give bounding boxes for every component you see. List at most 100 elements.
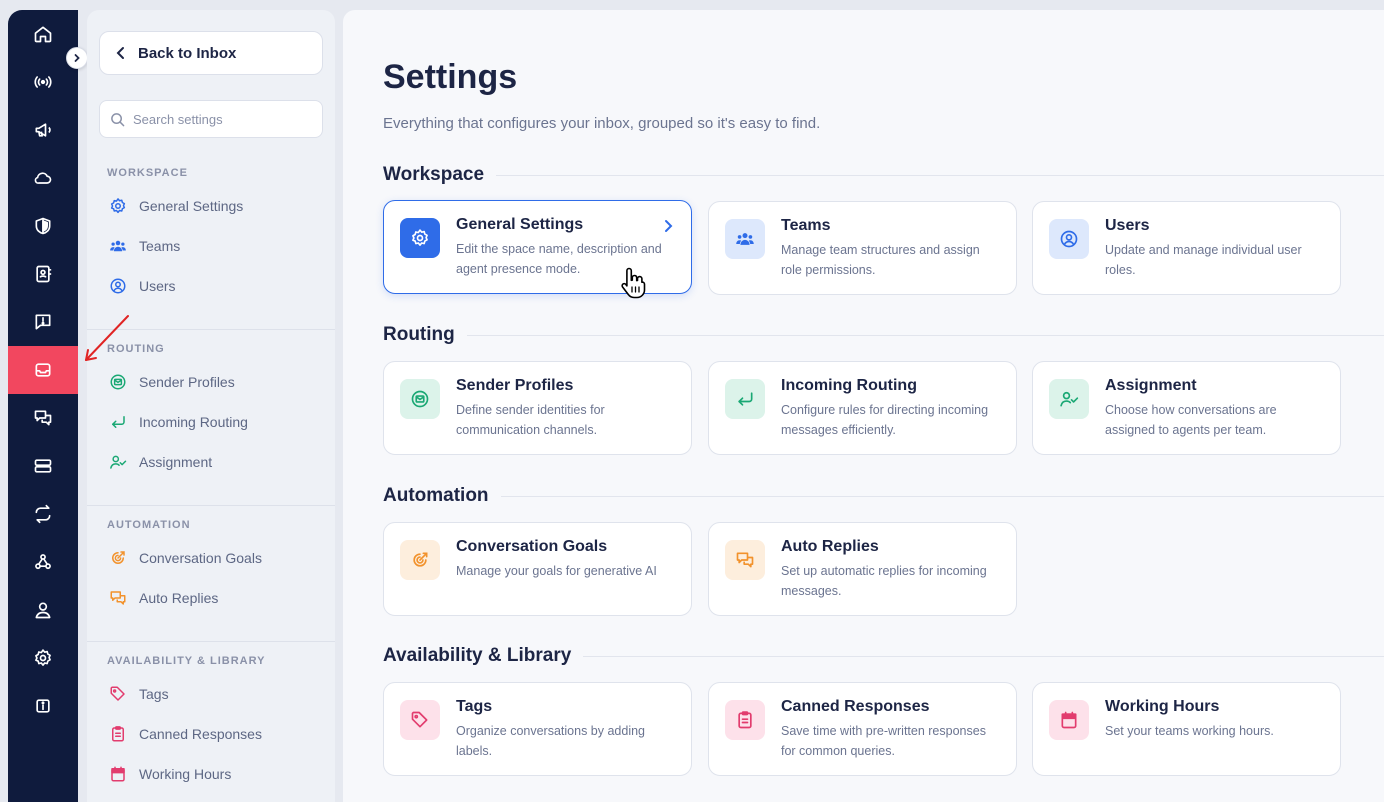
server-icon (34, 459, 52, 473)
card-incoming-routing[interactable]: Incoming Routing Configure rules for dir… (708, 361, 1017, 455)
nav-item-label: Auto Replies (139, 590, 219, 606)
section-heading-label: Automation (383, 485, 489, 506)
nav-item-working-hours[interactable]: Working Hours (109, 762, 319, 786)
tag-icon (110, 686, 125, 701)
settings-main: Settings Everything that configures your… (343, 10, 1384, 802)
rail-webhooks[interactable] (8, 538, 78, 586)
megaphone-icon (35, 123, 51, 137)
card-sender-profiles[interactable]: Sender Profiles Define sender identities… (383, 361, 692, 455)
card-description: Define sender identities for communicati… (456, 403, 605, 437)
nav-section-availability-library: AVAILABILITY & LIBRARY (107, 655, 266, 667)
nav-divider (87, 505, 335, 506)
card-tags[interactable]: Tags Organize conversations by adding la… (383, 682, 692, 776)
nav-item-label: General Settings (139, 198, 244, 214)
card-description: Configure rules for directing incoming m… (781, 403, 989, 437)
rail-inbox[interactable] (8, 346, 78, 394)
rail-settings[interactable] (8, 634, 78, 682)
nav-item-label: Tags (139, 686, 169, 702)
search-settings-input[interactable] (133, 111, 313, 127)
gear-icon (412, 229, 428, 246)
message-alert-icon (35, 314, 51, 330)
card-description: Set up automatic replies for incoming me… (781, 564, 987, 598)
settings-sidebar: Back to Inbox WORKSPACE General Settings… (87, 10, 335, 802)
nav-section-workspace: WORKSPACE (107, 167, 188, 179)
card-icon-box (725, 540, 765, 580)
rail-security[interactable] (8, 202, 78, 250)
card-assignment[interactable]: Assignment Choose how conversations are … (1032, 361, 1341, 455)
nav-item-label: Incoming Routing (139, 414, 248, 430)
chat-bubbles-icon (736, 552, 754, 568)
contact-book-icon (36, 265, 52, 283)
search-icon (111, 112, 125, 126)
nav-item-general-settings[interactable]: General Settings (109, 194, 319, 218)
nav-item-label: Sender Profiles (139, 374, 235, 390)
card-title: Incoming Routing (781, 377, 917, 394)
card-conversation-goals[interactable]: Conversation Goals Manage your goals for… (383, 522, 692, 616)
user-circle-icon (110, 278, 126, 294)
rail-conversations[interactable] (8, 394, 78, 442)
rail-servers[interactable] (8, 442, 78, 490)
nav-item-users[interactable]: Users (109, 274, 319, 298)
chevron-right-icon (74, 54, 80, 62)
shield-icon (35, 217, 51, 235)
card-icon-box (400, 379, 440, 419)
nav-item-canned-responses[interactable]: Canned Responses (109, 722, 319, 746)
card-title: General Settings (456, 216, 584, 233)
expand-sidebar-button[interactable] (66, 47, 88, 69)
chevron-right-icon (665, 220, 673, 232)
nav-item-conversation-goals[interactable]: Conversation Goals (109, 546, 319, 570)
rail-reports[interactable] (8, 298, 78, 346)
card-working-hours[interactable]: Working Hours Set your teams working hou… (1032, 682, 1341, 776)
clipboard-icon (738, 711, 752, 729)
card-icon-box (725, 219, 765, 259)
section-heading-label: Routing (383, 324, 455, 345)
info-icon (36, 699, 50, 713)
cloud-icon (34, 172, 52, 184)
nav-item-assignment[interactable]: Assignment (109, 450, 319, 474)
gear-icon (35, 649, 51, 666)
card-description: Set your teams working hours. (1105, 724, 1274, 738)
card-icon-box (1049, 700, 1089, 740)
rail-broadcast[interactable] (8, 58, 78, 106)
user-check-icon (1060, 391, 1079, 407)
nav-item-sender-profiles[interactable]: Sender Profiles (109, 370, 319, 394)
section-rule (500, 495, 1384, 497)
hand-cursor-icon (621, 267, 646, 299)
search-settings-box[interactable] (99, 100, 323, 138)
tag-icon (411, 711, 428, 728)
rail-integrations[interactable] (8, 490, 78, 538)
rail-profile[interactable] (8, 586, 78, 634)
card-icon-box (400, 540, 440, 580)
team-icon (736, 233, 754, 245)
card-icon-box (1049, 219, 1089, 259)
nav-item-tags[interactable]: Tags (109, 682, 319, 706)
card-title: Canned Responses (781, 698, 930, 715)
rail-contacts[interactable] (8, 250, 78, 298)
back-to-inbox-button[interactable]: Back to Inbox (99, 31, 323, 75)
rail-cloud[interactable] (8, 154, 78, 202)
user-icon (35, 602, 51, 619)
section-heading-workspace: Workspace (383, 163, 1384, 187)
card-description: Manage team structures and assign role p… (781, 243, 980, 277)
nav-item-auto-replies[interactable]: Auto Replies (109, 586, 319, 610)
section-rule (583, 655, 1384, 657)
nav-item-incoming-routing[interactable]: Incoming Routing (109, 410, 319, 434)
card-auto-replies[interactable]: Auto Replies Set up automatic replies fo… (708, 522, 1017, 616)
nav-item-teams[interactable]: Teams (109, 234, 319, 258)
section-rule (496, 174, 1384, 176)
rail-campaigns[interactable] (8, 106, 78, 154)
webhook-icon (35, 554, 51, 570)
card-title: Teams (781, 217, 831, 234)
inbox-icon (35, 363, 51, 377)
card-teams[interactable]: Teams Manage team structures and assign … (708, 201, 1017, 295)
section-heading-automation: Automation (383, 484, 1384, 508)
card-title: Users (1105, 217, 1150, 234)
card-icon-box (400, 218, 440, 258)
card-title: Working Hours (1105, 698, 1220, 715)
nav-divider (87, 641, 335, 642)
chat-bubbles-icon (34, 410, 52, 426)
section-heading-availability-library: Availability & Library (383, 644, 1384, 668)
rail-info[interactable] (8, 682, 78, 730)
card-canned-responses[interactable]: Canned Responses Save time with pre-writ… (708, 682, 1017, 776)
card-users[interactable]: Users Update and manage individual user … (1032, 201, 1341, 295)
